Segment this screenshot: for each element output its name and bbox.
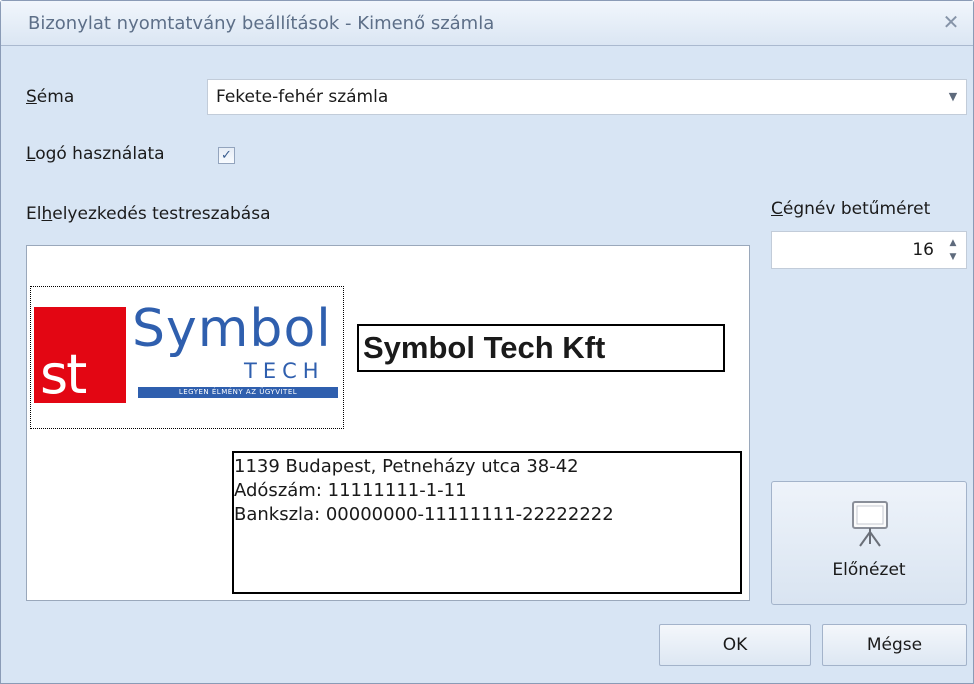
logo-st-text: st xyxy=(40,343,87,406)
spin-up-icon[interactable]: ▲ xyxy=(946,236,960,250)
logo-block[interactable]: st Symbol TECH LEGYEN ÉLMÉNY AZ ÜGYVITEL xyxy=(30,286,344,429)
address-line: 1139 Budapest, Petneházy utca 38-42 xyxy=(234,456,579,477)
address-block[interactable]: 1139 Budapest, Petneházy utca 38-42 Adós… xyxy=(232,451,742,594)
bank-account-line: Bankszla: 00000000-11111111-22222222 xyxy=(234,504,614,525)
title-bar[interactable]: Bizonylat nyomtatvány beállítások - Kime… xyxy=(1,1,973,46)
ok-button[interactable]: OK xyxy=(659,624,811,666)
chevron-down-icon[interactable]: ▼ xyxy=(944,88,962,106)
logo-use-label: Logó használata xyxy=(26,144,165,164)
layout-preview-canvas[interactable]: st Symbol TECH LEGYEN ÉLMÉNY AZ ÜGYVITEL… xyxy=(26,245,750,601)
preview-button-label: Előnézet xyxy=(832,560,906,580)
schema-select[interactable]: Fekete-fehér számla ▼ xyxy=(207,79,967,115)
font-size-label: Cégnév betűméret xyxy=(771,199,931,219)
schema-label: Séma xyxy=(26,87,75,107)
tax-number-line: Adószám: 11111111-1-11 xyxy=(234,480,467,501)
presentation-board-icon xyxy=(852,501,888,547)
font-size-spinner[interactable]: 16 ▲ ▼ xyxy=(771,231,967,269)
preview-button[interactable]: Előnézet xyxy=(771,481,967,605)
logo-red-square: st xyxy=(34,307,126,406)
logo-use-checkbox[interactable]: ✓ xyxy=(218,147,235,164)
font-size-value[interactable]: 16 xyxy=(912,240,934,260)
company-logo: st Symbol TECH LEGYEN ÉLMÉNY AZ ÜGYVITEL xyxy=(34,299,340,407)
logo-tech-text: TECH xyxy=(244,359,325,383)
logo-symbol-text: Symbol xyxy=(132,299,332,359)
company-name-block[interactable]: Symbol Tech Kft xyxy=(357,324,725,372)
layout-label: Elhelyezkedés testreszabása xyxy=(26,204,271,224)
logo-tagline: LEGYEN ÉLMÉNY AZ ÜGYVITEL xyxy=(138,387,338,398)
dialog-body: Séma Fekete-fehér számla ▼ Logó használa… xyxy=(1,46,973,683)
close-icon[interactable]: ✕ xyxy=(939,10,963,34)
schema-select-value: Fekete-fehér számla xyxy=(216,87,389,107)
window-title: Bizonylat nyomtatvány beállítások - Kime… xyxy=(28,13,495,34)
spin-down-icon[interactable]: ▼ xyxy=(946,250,960,264)
dialog-window: Bizonylat nyomtatvány beállítások - Kime… xyxy=(0,0,974,684)
cancel-button[interactable]: Mégse xyxy=(822,624,967,666)
